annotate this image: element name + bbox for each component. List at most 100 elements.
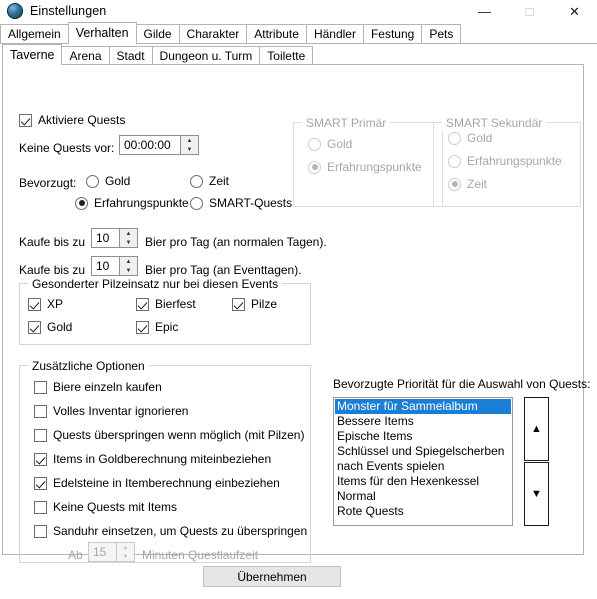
mushroom-event-pilze-row[interactable]: Pilze [232,297,277,311]
mushroom-event-bierfest-row[interactable]: Bierfest [136,297,196,311]
spin-up-icon[interactable] [120,257,137,266]
tab-pets[interactable]: Pets [421,24,462,43]
spin-up-icon[interactable] [120,229,137,238]
window-title: Einstellungen [30,4,107,18]
hourglass-minutes-value[interactable]: 15 [89,543,116,561]
option-ignore-full-inventory-checkbox[interactable] [34,404,47,418]
tab-gilde[interactable]: Gilde [135,24,180,43]
spin-down-icon[interactable] [181,145,198,154]
preferred-xp-row[interactable]: Erfahrungspunkte [75,196,189,210]
preferred-xp-radio[interactable] [75,196,88,210]
spin-down-icon[interactable] [120,266,137,275]
buy-beer-normal-spin-buttons[interactable] [119,229,137,247]
preferred-zeit-radio[interactable] [190,174,203,188]
close-button[interactable]: ✕ [552,0,597,22]
move-up-button[interactable]: ▲ [524,397,549,461]
minimize-button[interactable]: — [462,0,507,22]
list-item[interactable]: Bessere Items [335,414,511,429]
subtab-taverne[interactable]: Taverne [2,44,63,65]
hourglass-minutes-spinner[interactable]: 15 [88,542,135,562]
mushroom-event-xp-row[interactable]: XP [28,297,63,311]
mushroom-event-gold-row[interactable]: Gold [28,320,72,334]
option-no-quests-with-items-row[interactable]: Keine Quests mit Items [34,500,177,514]
move-down-button[interactable]: ▼ [524,462,549,526]
option-gems-in-item-calc-checkbox[interactable] [34,476,47,490]
list-item[interactable]: Epische Items [335,429,511,444]
option-items-in-gold-calc-row[interactable]: Items in Goldberechnung miteinbeziehen [34,452,271,466]
tab-allgemein[interactable]: Allgemein [0,24,69,43]
tab-haendler[interactable]: Händler [305,24,364,43]
title-bar: Einstellungen — □ ✕ [0,0,597,22]
hourglass-suffix-label: Minuten Questlaufzeit [142,548,259,562]
option-hourglass-checkbox[interactable] [34,524,47,538]
globe-icon [7,3,23,19]
subtab-dungeon[interactable]: Dungeon u. Turm [151,46,261,64]
enable-quests-label: Aktiviere Quests [38,113,126,127]
smart-primary-xp-row[interactable]: Erfahrungspunkte [308,160,422,174]
buy-beer-normal-value[interactable]: 10 [92,229,119,247]
hourglass-from-label: Ab [68,548,83,562]
subtab-arena[interactable]: Arena [61,46,110,64]
tab-verhalten[interactable]: Verhalten [67,22,137,44]
mushroom-event-xp-checkbox[interactable] [28,297,41,311]
smart-secondary-xp-radio[interactable] [448,154,461,168]
list-item[interactable]: Schlüssel und Spiegelscherben [335,444,511,459]
option-items-in-gold-calc-checkbox[interactable] [34,452,47,466]
preferred-gold-row[interactable]: Gold [86,174,130,188]
preferred-smart-radio[interactable] [190,196,203,210]
mushroom-events-group: Gesonderter Pilzeinsatz nur bei diesen E… [19,277,311,345]
buy-beer-event-spinner[interactable]: 10 [91,256,138,276]
mushroom-event-gold-checkbox[interactable] [28,320,41,334]
maximize-button[interactable]: □ [507,0,552,22]
buy-beer-event-spin-buttons[interactable] [119,257,137,275]
priority-listbox[interactable]: Monster für Sammelalbum Bessere Items Ep… [333,397,513,526]
option-skip-quests-checkbox[interactable] [34,428,47,442]
option-hourglass-row[interactable]: Sanduhr einsetzen, um Quests zu überspri… [34,524,307,538]
spin-up-icon[interactable] [181,136,198,145]
smart-secondary-xp-row[interactable]: Erfahrungspunkte [448,154,562,168]
enable-quests-row[interactable]: Aktiviere Quests [19,113,125,127]
no-quests-before-spin-buttons[interactable] [180,136,198,154]
subtab-toilette[interactable]: Toilette [259,46,314,64]
list-item[interactable]: Monster für Sammelalbum [335,399,511,414]
mushroom-events-title: Gesonderter Pilzeinsatz nur bei diesen E… [28,277,283,291]
list-item[interactable]: Items für den Hexenkessel [335,474,511,489]
list-item[interactable]: Normal [335,489,511,504]
tab-festung[interactable]: Festung [362,24,423,43]
mushroom-event-epic-checkbox[interactable] [136,320,149,334]
buy-beer-event-value[interactable]: 10 [92,257,119,275]
list-item[interactable]: nach Events spielen [335,459,511,474]
preferred-smart-row[interactable]: SMART-Quests [190,196,292,210]
apply-button[interactable]: Übernehmen [203,566,341,587]
buy-beer-normal-spinner[interactable]: 10 [91,228,138,248]
smart-secondary-gold-radio[interactable] [448,131,461,145]
spin-up-icon[interactable] [117,543,134,552]
option-skip-quests-row[interactable]: Quests überspringen wenn möglich (mit Pi… [34,428,304,442]
preferred-gold-radio[interactable] [86,174,99,188]
no-quests-before-value[interactable]: 00:00:00 [120,136,180,154]
smart-primary-gold-row[interactable]: Gold [308,137,352,151]
mushroom-event-bierfest-checkbox[interactable] [136,297,149,311]
enable-quests-checkbox[interactable] [19,113,32,127]
tab-attribute[interactable]: Attribute [246,24,307,43]
hourglass-spin-buttons[interactable] [116,543,134,561]
smart-primary-gold-radio[interactable] [308,137,321,151]
mushroom-event-epic-row[interactable]: Epic [136,320,178,334]
option-ignore-full-inventory-row[interactable]: Volles Inventar ignorieren [34,404,188,418]
subtab-stadt[interactable]: Stadt [108,46,153,64]
option-no-quests-with-items-checkbox[interactable] [34,500,47,514]
smart-secondary-zeit-radio[interactable] [448,177,461,191]
tab-charakter[interactable]: Charakter [178,24,248,43]
option-buy-beer-individually-row[interactable]: Biere einzeln kaufen [34,380,162,394]
no-quests-before-spinner[interactable]: 00:00:00 [119,135,199,155]
list-item[interactable]: Rote Quests [335,504,511,519]
spin-down-icon[interactable] [117,552,134,561]
mushroom-event-pilze-checkbox[interactable] [232,297,245,311]
option-gems-in-item-calc-row[interactable]: Edelsteine in Itemberechnung einbeziehen [34,476,280,490]
smart-secondary-zeit-row[interactable]: Zeit [448,177,487,191]
smart-secondary-gold-row[interactable]: Gold [448,131,492,145]
smart-primary-xp-radio[interactable] [308,160,321,174]
option-buy-beer-individually-checkbox[interactable] [34,380,47,394]
spin-down-icon[interactable] [120,238,137,247]
preferred-zeit-row[interactable]: Zeit [190,174,229,188]
